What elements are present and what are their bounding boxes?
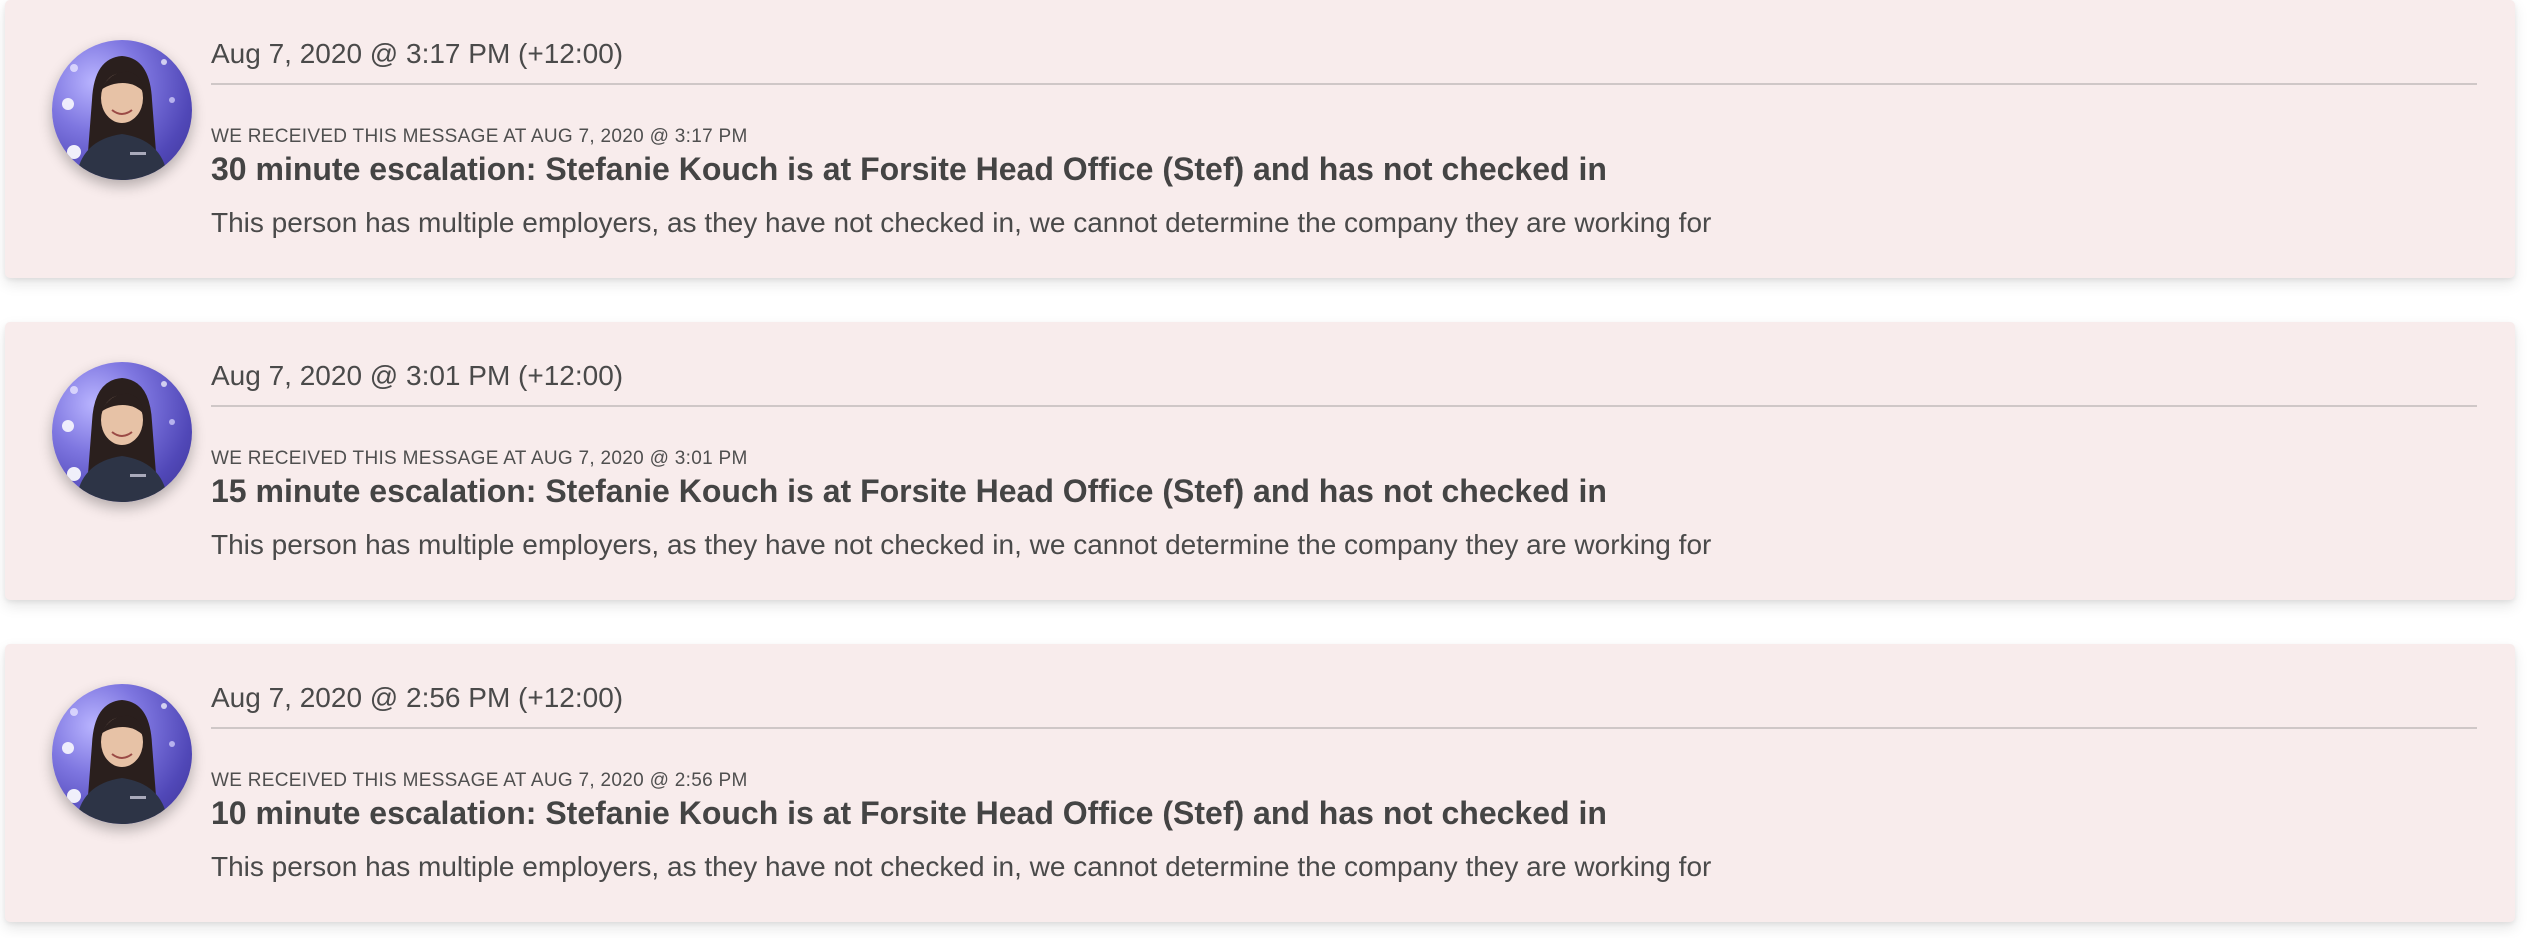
received-at-label: WE RECEIVED THIS MESSAGE AT AUG 7, 2020 … — [211, 448, 748, 469]
received-at-label: WE RECEIVED THIS MESSAGE AT AUG 7, 2020 … — [211, 126, 748, 147]
received-at-label: WE RECEIVED THIS MESSAGE AT AUG 7, 2020 … — [211, 770, 748, 791]
user-photo-icon — [62, 700, 175, 824]
message-card[interactable]: Aug 7, 2020 @ 2:56 PM (+12:00) WE RECEIV… — [5, 644, 2515, 922]
divider — [211, 727, 2477, 729]
message-headline: 15 minute escalation: Stefanie Kouch is … — [211, 473, 1607, 509]
user-photo-icon — [62, 56, 175, 180]
message-timestamp: Aug 7, 2020 @ 3:01 PM (+12:00) — [211, 360, 624, 391]
divider — [211, 405, 2477, 407]
message-card[interactable]: Aug 7, 2020 @ 3:01 PM (+12:00) WE RECEIV… — [5, 322, 2515, 600]
user-avatar — [52, 362, 192, 502]
message-headline: 30 minute escalation: Stefanie Kouch is … — [211, 151, 1607, 187]
message-card[interactable]: Aug 7, 2020 @ 3:17 PM (+12:00) WE RECEIV… — [5, 0, 2515, 278]
message-body: This person has multiple employers, as t… — [211, 207, 1712, 238]
message-body: This person has multiple employers, as t… — [211, 529, 1712, 560]
message-timestamp: Aug 7, 2020 @ 3:17 PM (+12:00) — [211, 38, 624, 69]
message-timestamp: Aug 7, 2020 @ 2:56 PM (+12:00) — [211, 682, 624, 713]
user-photo-icon — [62, 378, 175, 502]
user-avatar — [52, 684, 192, 824]
divider — [211, 83, 2477, 85]
message-headline: 10 minute escalation: Stefanie Kouch is … — [211, 795, 1607, 831]
message-body: This person has multiple employers, as t… — [211, 851, 1712, 882]
user-avatar — [52, 40, 192, 180]
message-feed: Aug 7, 2020 @ 3:17 PM (+12:00) WE RECEIV… — [0, 0, 2528, 938]
